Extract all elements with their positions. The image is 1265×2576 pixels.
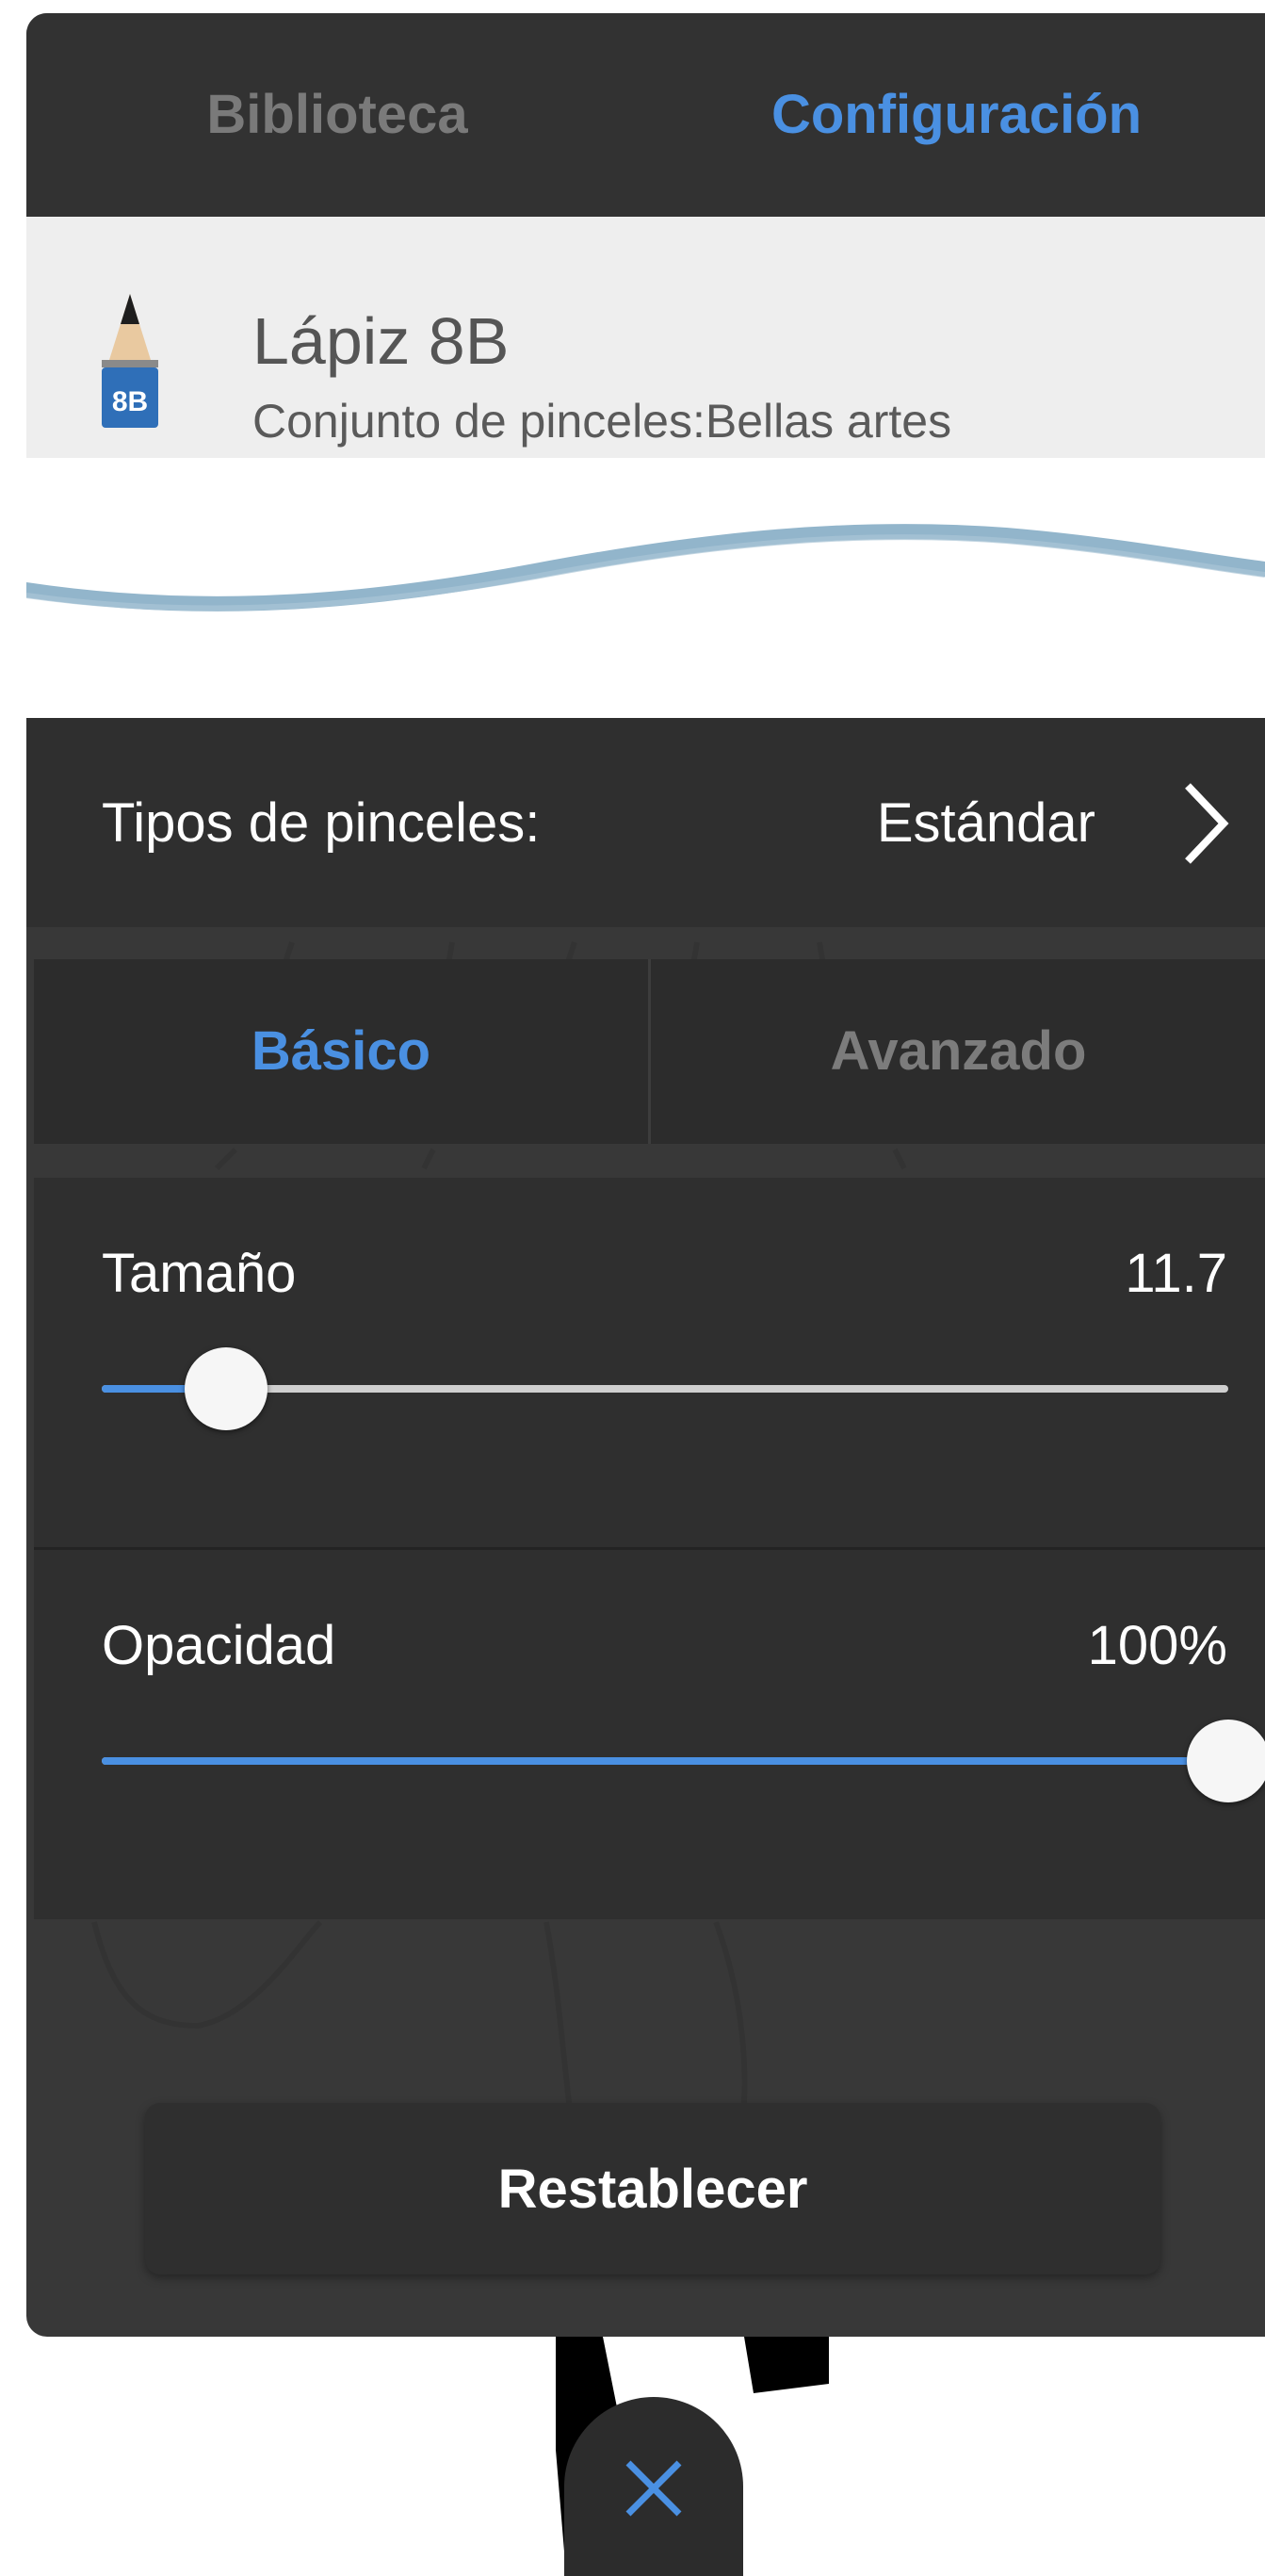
opacity-slider-fill (102, 1757, 1228, 1765)
opacity-slider-thumb[interactable] (1187, 1720, 1265, 1802)
current-brush-card[interactable]: 8B Lápiz 8B Conjunto de pinceles:Bellas … (26, 217, 1265, 458)
brush-type-row[interactable]: Tipos de pinceles: Estándar (26, 718, 1265, 927)
svg-text:8B: 8B (112, 386, 148, 417)
opacity-slider[interactable] (102, 1720, 1265, 1802)
size-label: Tamaño (102, 1243, 297, 1304)
close-icon (625, 2460, 682, 2517)
mode-tabs: Básico Avanzado (34, 959, 1265, 1144)
tab-advanced[interactable]: Avanzado (652, 959, 1265, 1144)
close-button[interactable] (564, 2397, 743, 2576)
brush-settings-panel: Biblioteca Configuración 8B Lápiz 8B Con… (26, 13, 1265, 2337)
pencil-8b-icon: 8B (102, 294, 158, 428)
opacity-value: 100% (1087, 1615, 1227, 1676)
size-value: 11.7 (1125, 1243, 1227, 1304)
panel-tab-bar: Biblioteca Configuración (26, 13, 1265, 217)
size-slider[interactable] (102, 1347, 1228, 1430)
chevron-right-icon (1185, 783, 1229, 864)
brush-name: Lápiz 8B (252, 304, 510, 378)
reset-button[interactable]: Restablecer (145, 2103, 1160, 2274)
brush-type-label: Tipos de pinceles: (102, 792, 541, 854)
size-setting: Tamaño 11.7 (34, 1178, 1265, 1547)
tab-settings[interactable]: Configuración (648, 13, 1265, 217)
stroke-preview (26, 458, 1265, 718)
opacity-label: Opacidad (102, 1615, 336, 1676)
opacity-setting: Opacidad 100% (34, 1547, 1265, 1919)
tab-divider (648, 959, 651, 1144)
tab-basic[interactable]: Básico (34, 959, 648, 1144)
size-slider-thumb[interactable] (184, 1347, 268, 1430)
brush-type-value: Estándar (876, 792, 1095, 854)
tab-library[interactable]: Biblioteca (26, 13, 648, 217)
brush-set-label: Conjunto de pinceles:Bellas artes (252, 395, 952, 448)
